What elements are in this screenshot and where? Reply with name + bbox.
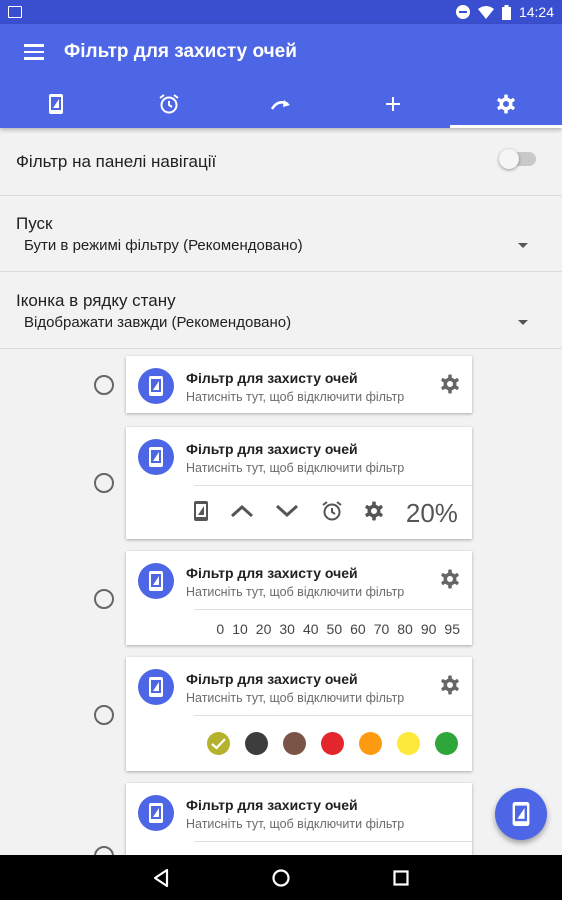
phone-filter-icon[interactable] — [194, 500, 208, 526]
chevron-down-icon[interactable] — [518, 243, 528, 248]
system-nav-bar — [0, 855, 562, 900]
app-bar: Фільтр для захисту очей — [0, 24, 562, 128]
style-radio-2[interactable] — [94, 473, 114, 493]
color-swatch[interactable] — [321, 732, 344, 755]
style-radio-4[interactable] — [94, 705, 114, 725]
gear-icon[interactable] — [440, 569, 460, 594]
plus-icon — [386, 97, 401, 111]
level-50[interactable]: 50 — [327, 621, 343, 637]
start-label: Пуск — [16, 214, 53, 233]
color-swatch[interactable] — [397, 732, 420, 755]
gear-icon — [497, 94, 515, 114]
notification-preview-card: Фільтр для захисту очей Натисніть тут, щ… — [126, 356, 472, 413]
style-radio-3[interactable] — [94, 589, 114, 609]
tab-apps[interactable] — [225, 80, 337, 128]
gear-icon[interactable] — [440, 374, 460, 399]
card-title: Фільтр для захисту очей — [186, 441, 358, 457]
alarm-icon — [159, 94, 179, 114]
gear-icon[interactable] — [364, 501, 384, 526]
status-icon-label: Іконка в рядку стану — [16, 291, 176, 310]
back-icon — [153, 868, 169, 887]
card-subtitle: Натисніть тут, щоб відключити фільтр — [186, 585, 405, 599]
opacity-percent: 20% — [405, 497, 458, 528]
back-button[interactable] — [131, 855, 191, 900]
clock: 14:24 — [518, 4, 554, 20]
status-bar: 14:24 — [0, 0, 562, 24]
notification-preview-card: Фільтр для захисту очей Натисніть тут, щ… — [126, 657, 472, 771]
card-title: Фільтр для захисту очей — [186, 797, 358, 813]
level-95[interactable]: 95 — [444, 621, 460, 637]
notification-preview-card: Фільтр для захисту очей Натисніть тут, щ… — [126, 551, 472, 645]
divider — [194, 841, 472, 842]
wifi-icon — [477, 5, 494, 19]
color-swatch[interactable] — [359, 732, 382, 755]
status-icon-setting[interactable]: Іконка в рядку стану Відображати завжди … — [0, 272, 562, 349]
filter-app-icon — [138, 439, 174, 475]
do-not-disturb-icon — [455, 5, 470, 19]
level-80[interactable]: 80 — [397, 621, 413, 637]
image-notification-icon — [8, 6, 22, 18]
nav-filter-setting[interactable]: Фільтр на панелі навігації — [0, 128, 562, 196]
tab-settings[interactable] — [449, 80, 562, 128]
card-subtitle: Натисніть тут, щоб відключити фільтр — [186, 390, 405, 404]
notification-actions: 20% — [194, 493, 458, 533]
card-subtitle: Натисніть тут, щоб відключити фільтр — [186, 461, 405, 475]
chevron-up-icon[interactable] — [230, 504, 254, 523]
filter-app-icon — [138, 795, 174, 831]
filter-app-icon — [138, 669, 174, 705]
page-title: Фільтр для захисту очей — [64, 41, 297, 62]
level-90[interactable]: 90 — [421, 621, 437, 637]
level-30[interactable]: 30 — [279, 621, 295, 637]
recents-button[interactable] — [371, 855, 431, 900]
home-button[interactable] — [251, 855, 311, 900]
color-swatch[interactable] — [283, 732, 306, 755]
alarm-icon[interactable] — [321, 500, 343, 527]
opacity-levels: 0 10 20 30 40 50 60 70 80 90 95 — [216, 621, 460, 637]
chevron-down-icon[interactable] — [518, 320, 528, 325]
style-radio-1[interactable] — [94, 375, 114, 395]
card-subtitle: Натисніть тут, щоб відключити фільтр — [186, 691, 405, 705]
card-title: Фільтр для захисту очей — [186, 671, 358, 687]
color-swatch[interactable] — [245, 732, 268, 755]
status-icon-value[interactable]: Відображати завжди (Рекомендовано) — [24, 314, 291, 331]
check-icon — [211, 738, 226, 750]
menu-icon[interactable] — [24, 44, 44, 60]
tab-filter[interactable] — [0, 80, 112, 128]
redo-icon — [270, 100, 291, 110]
color-swatch[interactable] — [207, 732, 230, 755]
level-40[interactable]: 40 — [303, 621, 319, 637]
level-70[interactable]: 70 — [374, 621, 390, 637]
divider — [194, 715, 472, 716]
card-title: Фільтр для захисту очей — [186, 370, 358, 386]
battery-icon — [501, 4, 511, 20]
divider — [194, 609, 472, 610]
chevron-down-icon[interactable] — [275, 504, 299, 523]
start-setting[interactable]: Пуск Бути в режимі фільтру (Рекомендован… — [0, 196, 562, 272]
card-subtitle: Натисніть тут, щоб відключити фільтр — [186, 817, 405, 831]
nav-filter-label: Фільтр на панелі навігації — [16, 152, 217, 171]
tab-schedule[interactable] — [112, 80, 224, 128]
phone-filter-icon — [512, 802, 530, 826]
phone-filter-icon — [49, 94, 64, 114]
divider — [194, 485, 472, 486]
start-value[interactable]: Бути в режимі фільтру (Рекомендовано) — [24, 237, 303, 254]
filter-app-icon — [138, 563, 174, 599]
nav-filter-toggle[interactable] — [499, 149, 536, 169]
notification-preview-card: Фільтр для захисту очей Натисніть тут, щ… — [126, 427, 472, 539]
tab-bar — [0, 80, 562, 128]
toggle-filter-fab[interactable] — [495, 788, 547, 840]
home-icon — [272, 868, 290, 887]
tab-add[interactable] — [337, 80, 449, 128]
color-swatch[interactable] — [435, 732, 458, 755]
filter-app-icon — [138, 368, 174, 404]
card-title: Фільтр для захисту очей — [186, 565, 358, 581]
level-0[interactable]: 0 — [216, 621, 224, 637]
color-swatches — [207, 732, 458, 755]
recents-icon — [393, 869, 409, 886]
level-10[interactable]: 10 — [232, 621, 248, 637]
level-60[interactable]: 60 — [350, 621, 366, 637]
gear-icon[interactable] — [440, 675, 460, 700]
level-20[interactable]: 20 — [256, 621, 272, 637]
